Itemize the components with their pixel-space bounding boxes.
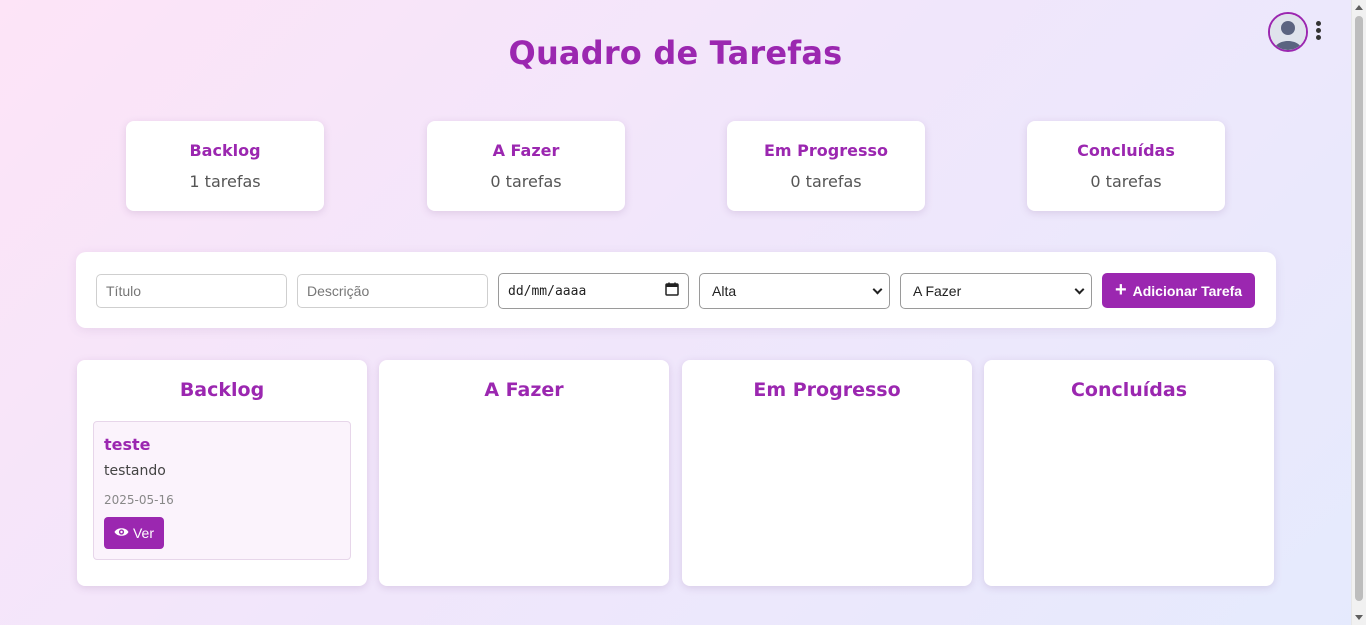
chevron-down-icon [872, 284, 883, 294]
plus-icon: + [1114, 278, 1127, 301]
scroll-down-arrow-icon[interactable] [1355, 615, 1363, 620]
stat-count: 0 tarefas [490, 172, 562, 191]
title-input[interactable] [96, 274, 287, 308]
stat-title: Em Progresso [763, 141, 888, 160]
vertical-scrollbar[interactable] [1351, 0, 1366, 625]
priority-select[interactable]: Alta [699, 273, 890, 309]
column-title: A Fazer [484, 379, 564, 401]
description-input[interactable] [297, 274, 488, 308]
due-date-value: dd/mm/aaaa [508, 283, 587, 299]
priority-value: Alta [712, 283, 737, 299]
stat-count: 1 tarefas [189, 172, 261, 191]
stat-card-backlog: Backlog 1 tarefas [126, 121, 324, 211]
calendar-icon[interactable] [665, 282, 679, 300]
add-task-button[interactable]: + Adicionar Tarefa [1102, 273, 1255, 308]
scrollbar-thumb[interactable] [1355, 16, 1363, 601]
view-task-label: Ver [132, 525, 154, 541]
stat-count: 0 tarefas [1090, 172, 1162, 191]
add-task-form: dd/mm/aaaa Alta A Fazer + Adicionar Tare… [76, 252, 1276, 328]
task-date: 2025-05-16 [104, 493, 174, 507]
eye-icon [114, 525, 129, 541]
column-backlog: Backlog teste testando 2025-05-16 Ver [77, 360, 367, 586]
scroll-up-arrow-icon[interactable] [1355, 5, 1363, 10]
task-description: testando [104, 463, 166, 479]
stat-card-em-progresso: Em Progresso 0 tarefas [727, 121, 925, 211]
stat-card-concluidas: Concluídas 0 tarefas [1027, 121, 1225, 211]
page-title: Quadro de Tarefas [508, 34, 843, 72]
column-concluidas: Concluídas [984, 360, 1274, 586]
due-date-input[interactable]: dd/mm/aaaa [498, 273, 689, 309]
column-em-progresso: Em Progresso [682, 360, 972, 586]
stat-title: Backlog [189, 141, 261, 160]
stat-title: Concluídas [1077, 141, 1175, 160]
column-title: Concluídas [1070, 379, 1188, 401]
stat-card-a-fazer: A Fazer 0 tarefas [427, 121, 625, 211]
task-title: teste [104, 435, 151, 454]
stat-title: A Fazer [492, 141, 560, 160]
page: Quadro de Tarefas Backlog 1 tarefas A Fa… [0, 0, 1351, 625]
status-select[interactable]: A Fazer [900, 273, 1092, 309]
status-value: A Fazer [913, 283, 962, 299]
view-task-button[interactable]: Ver [104, 517, 164, 549]
column-a-fazer: A Fazer [379, 360, 669, 586]
user-avatar-icon[interactable] [1268, 12, 1308, 52]
chevron-down-icon [1074, 284, 1085, 294]
kebab-menu-icon[interactable] [1313, 21, 1323, 43]
stat-count: 0 tarefas [790, 172, 862, 191]
column-title: Backlog [179, 379, 265, 401]
task-card[interactable]: teste testando 2025-05-16 Ver [93, 421, 351, 560]
column-title: Em Progresso [753, 379, 901, 401]
add-task-label: Adicionar Tarefa [1132, 282, 1243, 299]
